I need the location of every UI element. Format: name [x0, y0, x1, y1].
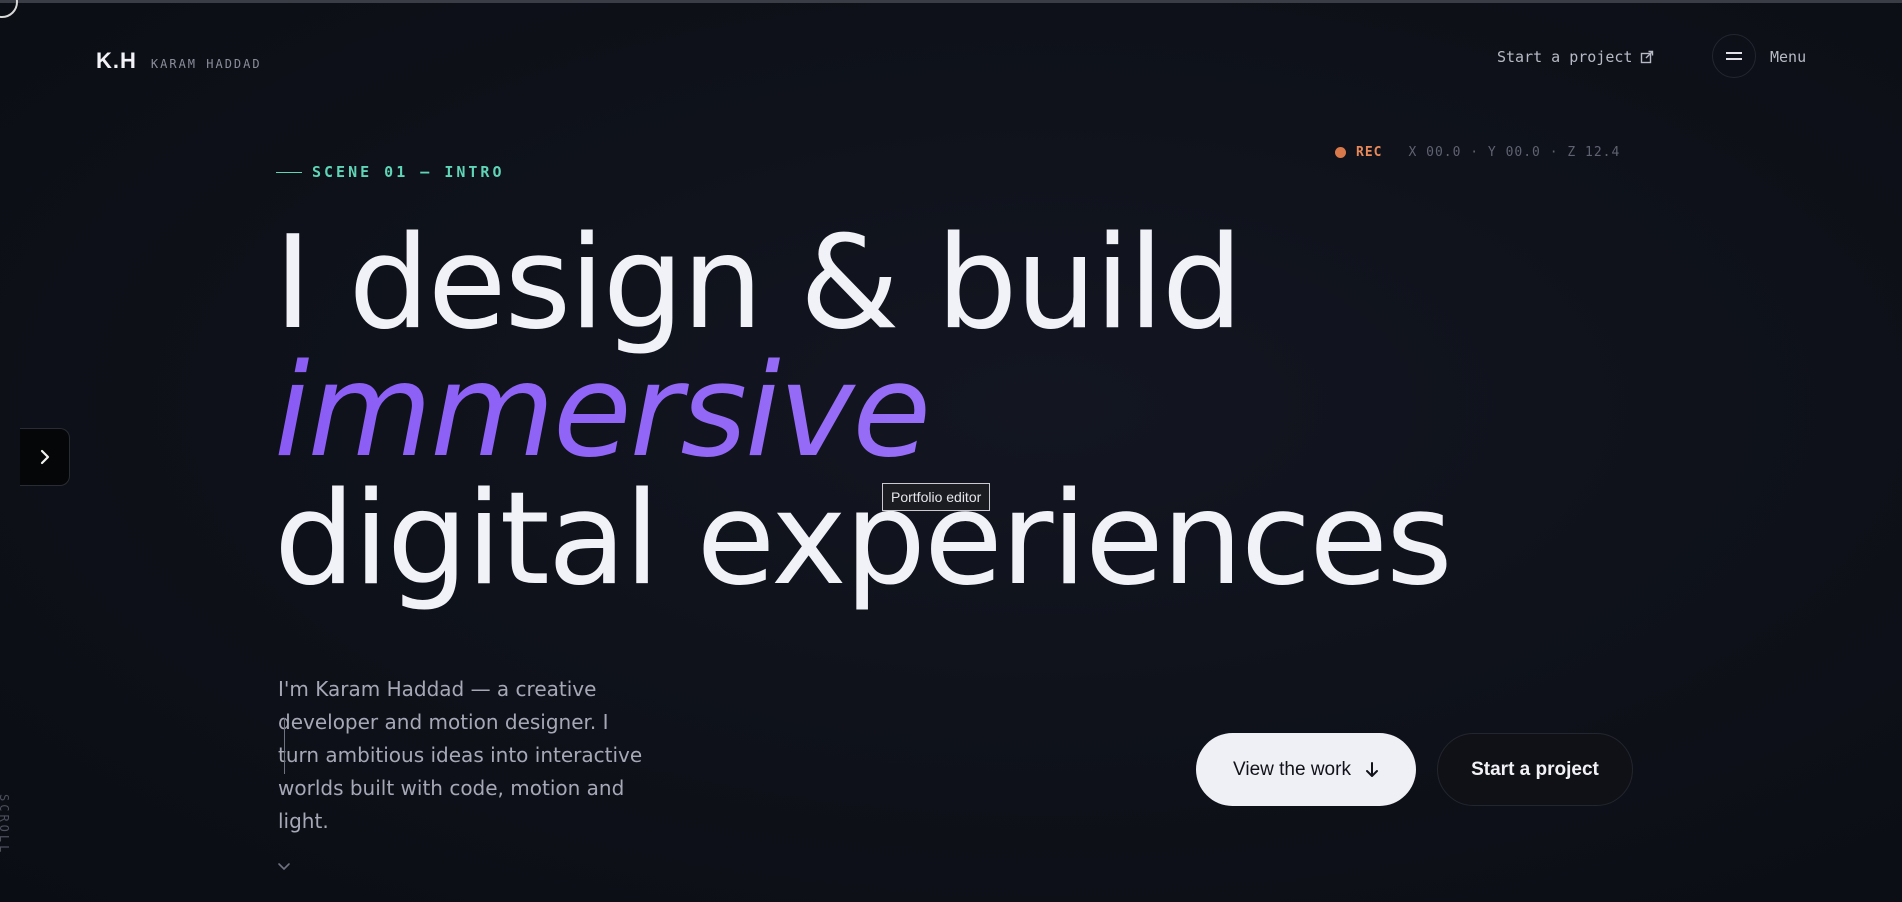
scene-dash — [276, 171, 302, 173]
view-work-button[interactable]: View the work — [1196, 733, 1416, 806]
chevron-down-icon — [278, 863, 290, 871]
window-top-border — [0, 0, 1902, 3]
rec-indicator: REC X 00.0 · Y 00.0 · Z 12.4 — [1335, 145, 1620, 160]
rec-coordinates: X 00.0 · Y 00.0 · Z 12.4 — [1408, 145, 1621, 160]
logo-name: KARAM HADDAD — [150, 57, 262, 71]
scroll-line — [284, 718, 285, 774]
rec-label: REC — [1356, 145, 1383, 160]
start-project-link-label: Start a project — [1497, 48, 1633, 66]
start-project-button-label: Start a project — [1471, 758, 1599, 780]
cursor-ring-icon — [0, 0, 18, 18]
site-logo[interactable]: K.H KARAM HADDAD — [96, 48, 262, 74]
scroll-label: SCROLL — [0, 794, 11, 856]
scene-label: SCENE 01 — INTRO — [276, 163, 505, 181]
hamburger-icon — [1726, 52, 1742, 60]
side-panel-toggle[interactable] — [20, 428, 70, 486]
view-work-label: View the work — [1233, 758, 1351, 780]
portfolio-editor-tooltip: Portfolio editor — [882, 483, 991, 511]
hero-headline: I design & build immersive digital exper… — [274, 209, 1453, 614]
scene-text: SCENE 01 — INTRO — [312, 163, 505, 181]
arrow-down-icon — [1365, 761, 1378, 777]
start-project-link[interactable]: Start a project — [1497, 48, 1654, 66]
menu-button[interactable] — [1712, 34, 1756, 78]
chevron-right-icon — [40, 449, 49, 465]
start-project-button[interactable]: Start a project — [1437, 733, 1633, 806]
headline-line-3: digital experiences — [274, 465, 1453, 614]
hero-intro: I'm Karam Haddad — a creative developer … — [278, 677, 643, 833]
headline-line-1: I design & build — [274, 209, 1243, 358]
external-link-icon — [1641, 50, 1654, 64]
logo-mark: K.H — [96, 48, 137, 73]
headline-line-2-accent: immersive — [274, 348, 1451, 476]
rec-dot-icon — [1335, 147, 1346, 158]
menu-label[interactable]: Menu — [1770, 48, 1806, 66]
